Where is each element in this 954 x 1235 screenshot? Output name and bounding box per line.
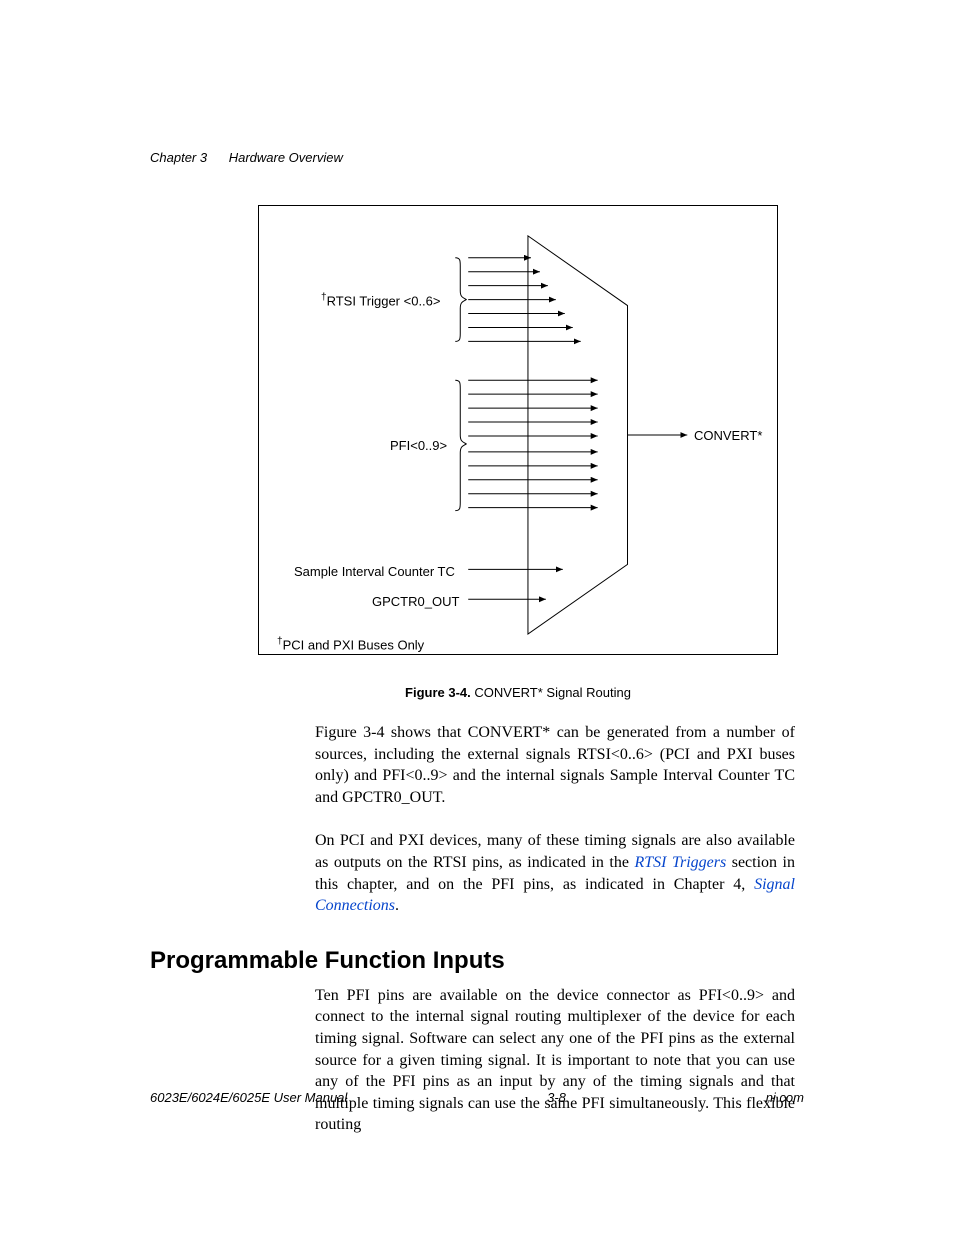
rtsi-label: †RTSI Trigger <0..6> (321, 292, 441, 308)
page-footer: 6023E/6024E/6025E User Manual 3-8 ni.com (150, 1090, 804, 1105)
footer-left: 6023E/6024E/6025E User Manual (150, 1090, 347, 1105)
running-header: Chapter 3 Hardware Overview (150, 150, 804, 165)
page: Chapter 3 Hardware Overview (0, 0, 954, 1235)
section-heading: Programmable Function Inputs (150, 947, 804, 975)
paragraph-1: Figure 3-4 shows that CONVERT* can be ge… (315, 722, 795, 808)
figure-caption: Figure 3-4. CONVERT* Signal Routing (258, 685, 778, 700)
figure-number: Figure 3-4. (405, 685, 471, 700)
paragraph-3: Ten PFI pins are available on the device… (315, 985, 795, 1136)
footer-center: 3-8 (547, 1090, 566, 1105)
footnote-label: †PCI and PXI Buses Only (277, 636, 424, 652)
gpctr-label: GPCTR0_OUT (372, 594, 459, 609)
chapter-title: Hardware Overview (229, 150, 343, 165)
pfi-label: PFI<0..9> (390, 438, 447, 453)
figure-caption-text: CONVERT* Signal Routing (474, 685, 631, 700)
figure-3-4: †RTSI Trigger <0..6> PFI<0..9> Sample In… (258, 205, 778, 655)
sample-label: Sample Interval Counter TC (294, 564, 455, 579)
footer-right: ni.com (766, 1090, 804, 1105)
paragraph-2: On PCI and PXI devices, many of these ti… (315, 830, 795, 916)
chapter-number: Chapter 3 (150, 150, 207, 165)
output-label: CONVERT* (694, 428, 762, 443)
rtsi-triggers-link[interactable]: RTSI Triggers (634, 854, 726, 871)
